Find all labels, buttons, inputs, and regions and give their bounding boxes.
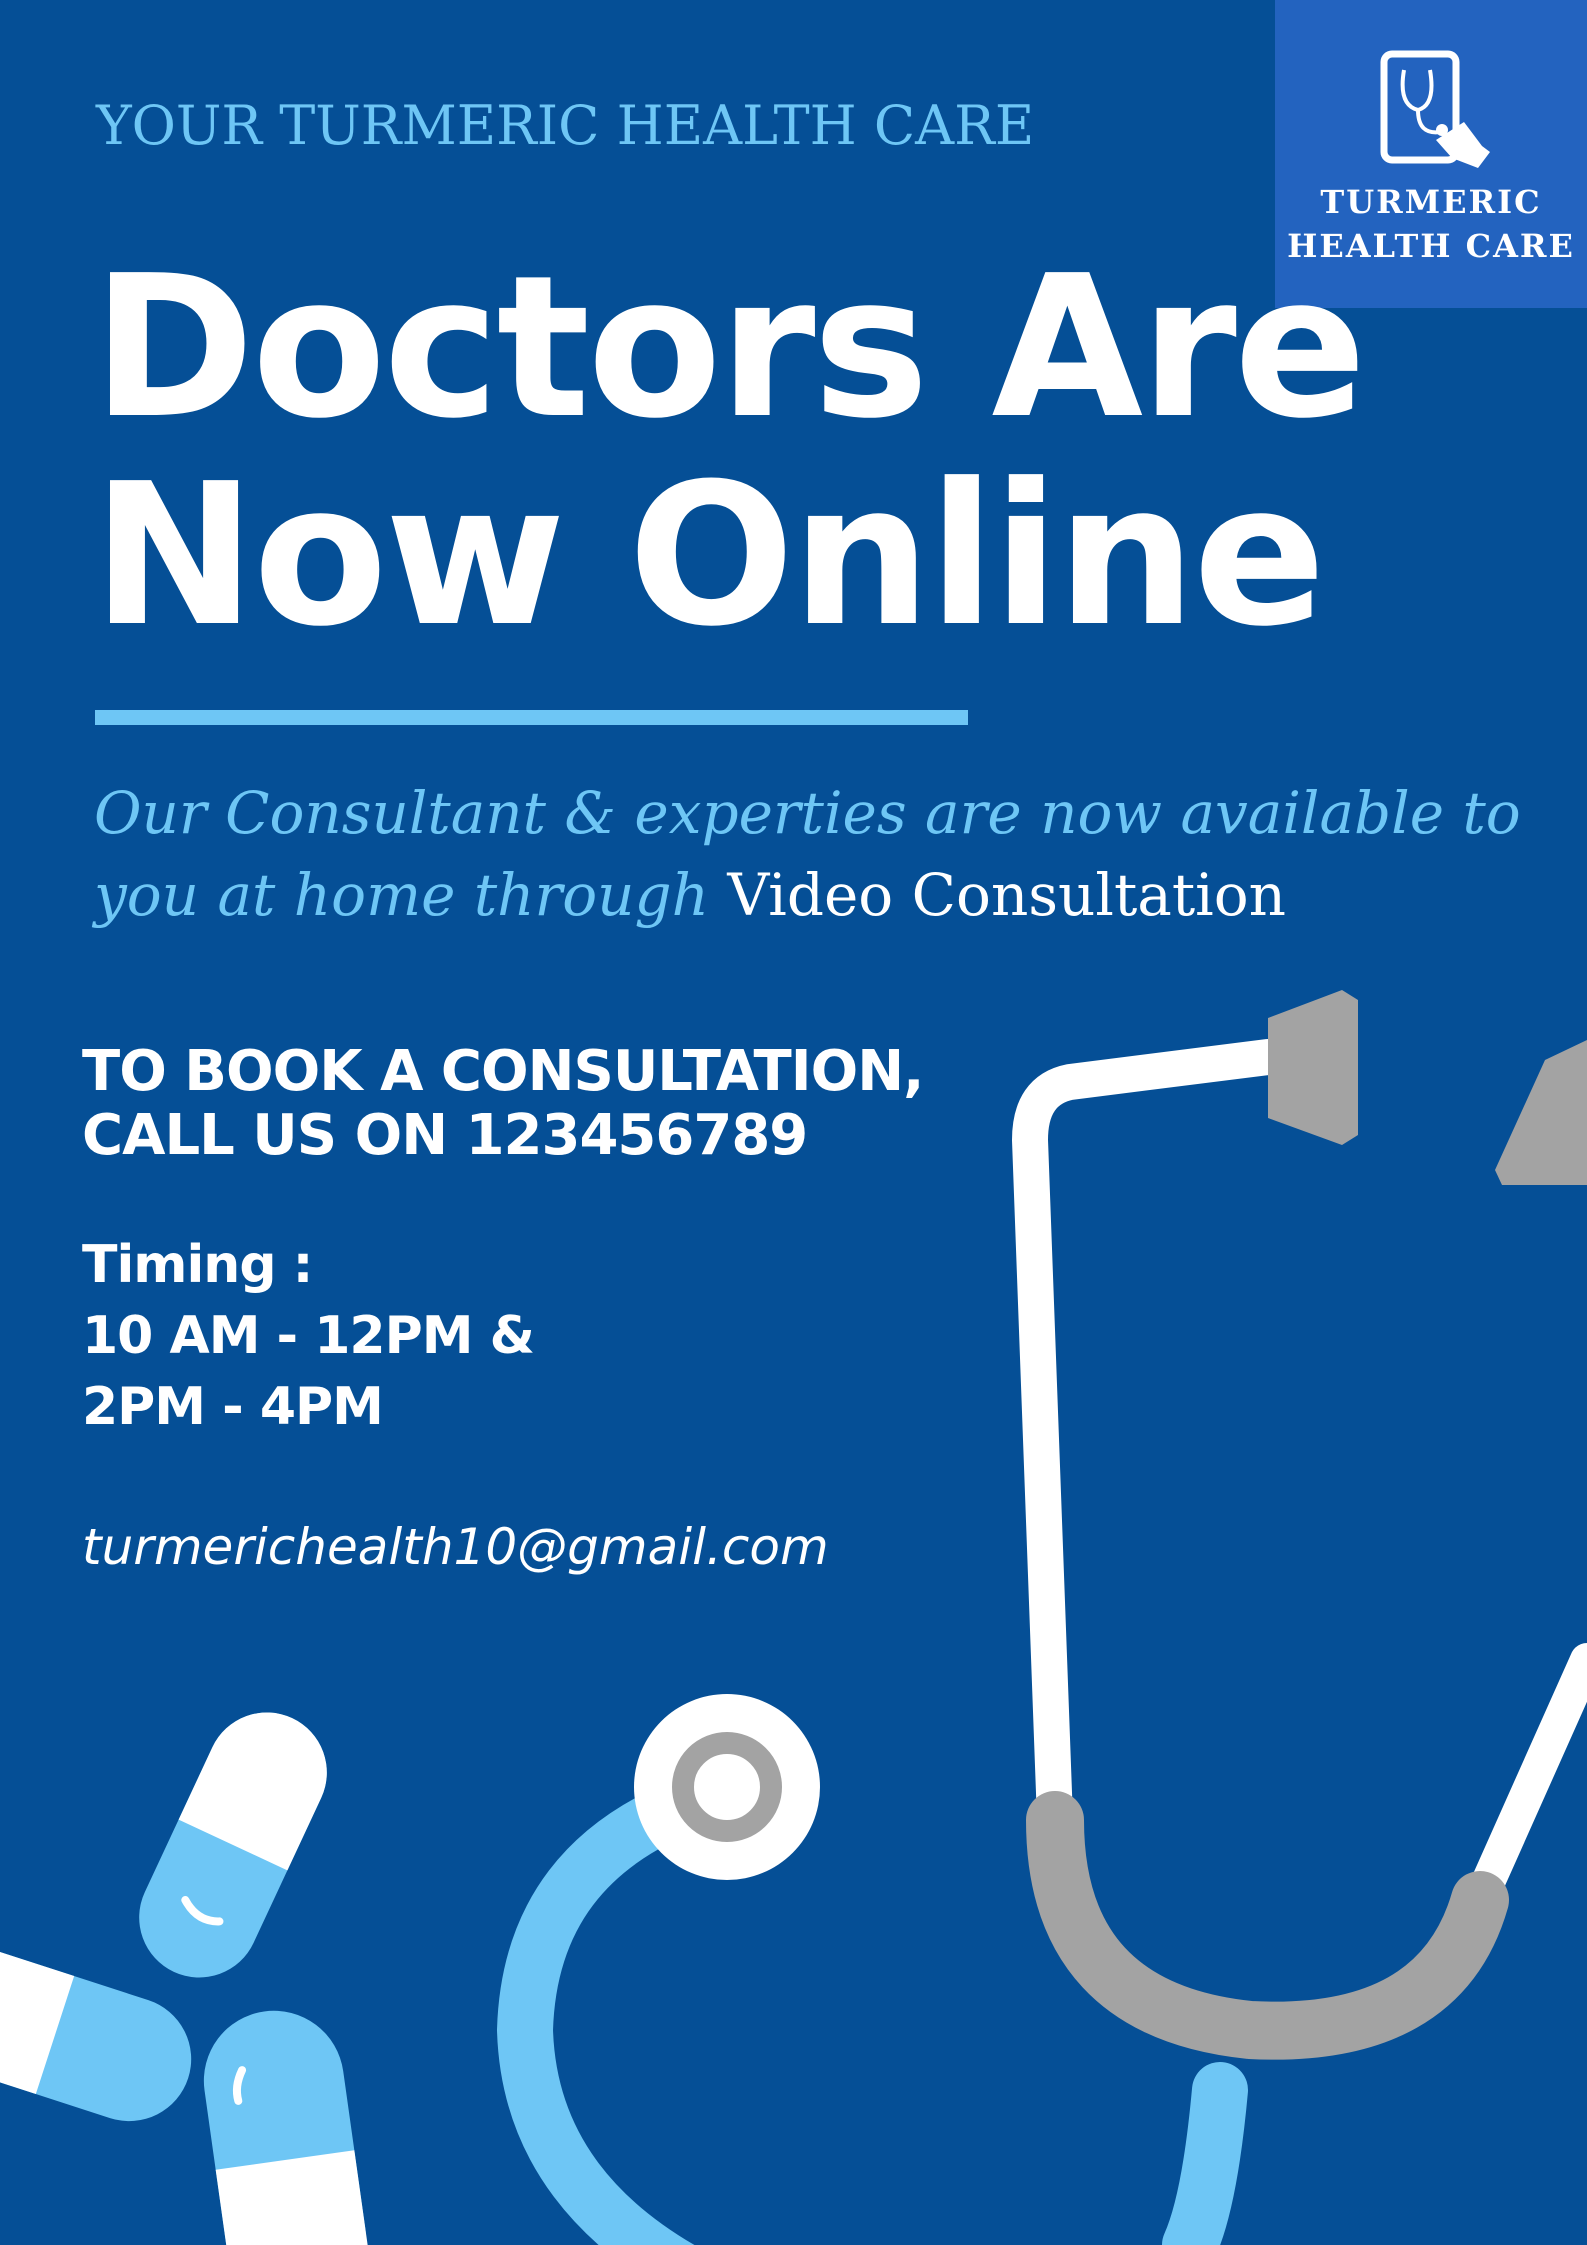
- timing-label: Timing :: [82, 1235, 313, 1295]
- headline: Doctors Are Now Online: [92, 234, 1367, 670]
- pill-lower: [203, 2010, 376, 2245]
- headline-line-1: Doctors Are: [92, 234, 1367, 462]
- stethoscope-tube: [1011, 1039, 1286, 1838]
- logo-line-1: TURMERIC: [1320, 183, 1542, 221]
- stethoscope-tube-right: [1463, 1643, 1587, 1917]
- small-stethoscope-tube: [496, 1772, 1248, 2245]
- divider-rule: [95, 710, 968, 725]
- headline-line-2: Now Online: [92, 442, 1326, 670]
- booking-line-1: TO BOOK A CONSULTATION,: [82, 1039, 924, 1104]
- ear-tip-right: [1495, 1040, 1587, 1185]
- email-address[interactable]: turmerichealth10@gmail.com: [82, 1518, 829, 1576]
- stethoscope-bend: [1026, 1791, 1509, 2060]
- tagline-highlight: Video Consultation: [727, 861, 1286, 929]
- booking-info: TO BOOK A CONSULTATION, CALL US ON 12345…: [82, 1039, 924, 1168]
- tagline: Our Consultant & experties are now avail…: [94, 772, 1544, 936]
- tablet-stethoscope-icon: [1380, 50, 1490, 168]
- chest-piece: [634, 1694, 820, 1880]
- ear-tip-left: [1268, 990, 1358, 1145]
- eyebrow-title: YOUR TURMERIC HEALTH CARE: [96, 94, 1035, 157]
- booking-line-2: CALL US ON 123456789: [82, 1103, 808, 1168]
- timing-info: Timing : 10 AM - 12PM & 2PM - 4PM: [82, 1230, 535, 1443]
- pill-upper: [139, 1712, 327, 1978]
- timing-slot-1: 10 AM - 12PM &: [82, 1306, 535, 1366]
- timing-slot-2: 2PM - 4PM: [82, 1377, 384, 1437]
